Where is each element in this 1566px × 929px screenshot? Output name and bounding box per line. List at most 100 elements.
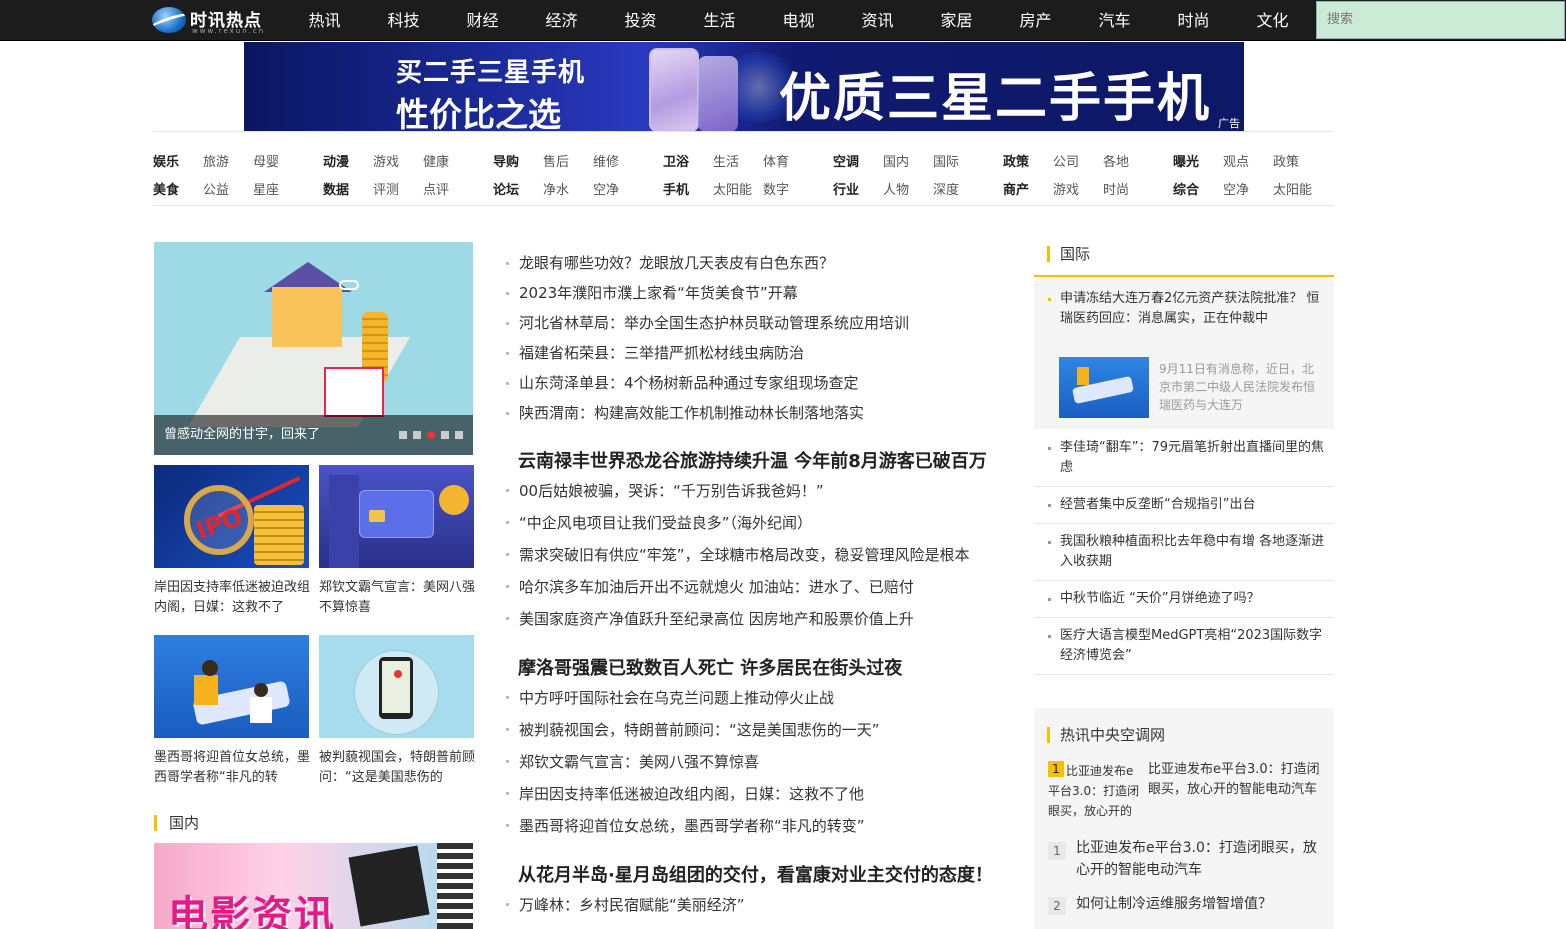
section-title-international[interactable]: 国际 [1047, 246, 1090, 262]
news-item[interactable]: 河北省林草局：举办全国生态护林员联动管理系统应用培训 [505, 308, 1005, 338]
nav-item[interactable]: 生活 [680, 0, 759, 41]
category-link[interactable]: 各地 [1103, 151, 1153, 170]
section-title-hot[interactable]: 热讯中央空调网 [1047, 727, 1165, 743]
news-item[interactable]: 需求突破旧有供应“牢笼”，全球糖市格局改变，稳妥管理风险是根本 [505, 539, 1005, 571]
slider-dot-active[interactable] [427, 431, 435, 439]
headline[interactable]: 摩洛哥强震已致数百人死亡 许多居民在街头过夜 [518, 654, 902, 680]
nav-item[interactable]: 汽车 [1075, 0, 1154, 41]
category-link[interactable]: 空调 [833, 151, 883, 170]
category-link[interactable]: 导购 [493, 151, 543, 170]
nav-item[interactable]: 文化 [1233, 0, 1312, 41]
slider-dot[interactable] [455, 431, 463, 439]
featured-news-title[interactable]: 申请冻结大连万春2亿元资产获法院批准？ 恒瑞医药回应：消息属实，正在仲裁中 [1046, 289, 1326, 329]
category-link[interactable]: 净水 [543, 179, 593, 198]
category-link[interactable]: 评测 [373, 179, 423, 198]
category-link[interactable]: 数字 [763, 179, 813, 198]
category-link[interactable]: 综合 [1173, 179, 1223, 198]
news-item[interactable]: 山东菏泽单县：4个杨树新品种通过专家组现场查定 [505, 368, 1005, 398]
nav-item[interactable]: 房产 [996, 0, 1075, 41]
search-input[interactable]: 搜索 [1316, 1, 1565, 39]
news-item[interactable]: 00后姑娘被骗，哭诉：“千万别告诉我爸妈！” [505, 475, 1005, 507]
news-item[interactable]: 中方呼吁国际社会在乌克兰问题上推动停火止战 [505, 682, 1005, 714]
thumbnail-caption[interactable]: 岸田因支持率低迷被迫改组内阁，日媒：这救不了 [154, 578, 311, 618]
headline[interactable]: 云南禄丰世界恐龙谷旅游持续升温 今年前8月游客已破百万 [518, 447, 987, 473]
category-link[interactable]: 太阳能 [713, 179, 763, 198]
news-item[interactable]: 龙眼有哪些功效？龙眼放几天表皮有白色东西？ [505, 248, 1005, 278]
nav-item[interactable]: 资讯 [838, 0, 917, 41]
movie-banner[interactable]: 电影资讯 [154, 843, 473, 929]
nav-item[interactable]: 家居 [917, 0, 996, 41]
category-link[interactable]: 体育 [763, 151, 813, 170]
news-item[interactable]: 岸田因支持率低迷被迫改组内阁，日媒：这救不了他 [505, 778, 1005, 810]
category-link[interactable]: 手机 [663, 179, 713, 198]
category-link[interactable]: 行业 [833, 179, 883, 198]
hot-first-title[interactable]: 比亚迪发布e平台3.0：打造闭眼买，放心开的智能电动汽车 [1148, 760, 1323, 800]
category-link[interactable]: 人物 [883, 179, 933, 198]
category-link[interactable]: 游戏 [1053, 179, 1103, 198]
category-link[interactable]: 生活 [713, 151, 763, 170]
thumbnail-phone-map[interactable] [319, 635, 474, 738]
category-link[interactable]: 论坛 [493, 179, 543, 198]
category-link[interactable]: 空净 [1223, 179, 1273, 198]
hot-item[interactable]: 如何让制冷运维服务增智增值？ [1076, 893, 1326, 915]
category-link[interactable]: 公益 [203, 179, 253, 198]
thumbnail-caption[interactable]: 郑钦文霸气宣言：美网八强不算惊喜 [319, 578, 476, 618]
news-item[interactable]: 哈尔滨多车加油后开出不远就熄火 加油站：进水了、已赔付 [505, 571, 1005, 603]
category-link[interactable]: 母婴 [253, 151, 303, 170]
category-link[interactable]: 售后 [543, 151, 593, 170]
category-link[interactable]: 星座 [253, 179, 303, 198]
category-link[interactable]: 商产 [1003, 179, 1053, 198]
news-item[interactable]: 陕西渭南：构建高效能工作机制推动林长制落地落实 [505, 398, 1005, 428]
category-link[interactable]: 维修 [593, 151, 643, 170]
nav-item[interactable]: 时尚 [1154, 0, 1233, 41]
nav-item[interactable]: 热讯 [285, 0, 364, 41]
category-link[interactable]: 观点 [1223, 151, 1273, 170]
section-title-domestic[interactable]: 国内 [154, 815, 199, 831]
news-item[interactable]: 福建省柘荣县：三举措严抓松材线虫病防治 [505, 338, 1005, 368]
thumbnail-credit-card[interactable] [319, 465, 474, 568]
slider-dot[interactable] [413, 431, 421, 439]
news-item[interactable]: 我国秋粮种植面积比去年稳中有增 各地逐渐进入收获期 [1046, 532, 1326, 572]
category-link[interactable]: 曝光 [1173, 151, 1223, 170]
thumbnail-ipo[interactable]: IPO [154, 465, 309, 568]
category-link[interactable]: 时尚 [1103, 179, 1153, 198]
category-link[interactable]: 国际 [933, 151, 983, 170]
category-link[interactable]: 美食 [153, 179, 203, 198]
category-link[interactable]: 娱乐 [153, 151, 203, 170]
category-link[interactable]: 太阳能 [1273, 179, 1323, 198]
thumbnail-caption[interactable]: 墨西哥将迎首位女总统，墨西哥学者称“非凡的转 [154, 748, 311, 788]
news-item[interactable]: 经营者集中反垄断“合规指引”出台 [1046, 495, 1326, 515]
news-item[interactable]: 墨西哥将迎首位女总统，墨西哥学者称“非凡的转变” [505, 810, 1005, 842]
headline[interactable]: 从花月半岛·星月岛组团的交付，看富康对业主交付的态度！ [518, 861, 993, 887]
slider-dot[interactable] [441, 431, 449, 439]
category-link[interactable]: 深度 [933, 179, 983, 198]
category-link[interactable]: 游戏 [373, 151, 423, 170]
news-item[interactable]: 郑钦文霸气宣言：美网八强不算惊喜 [505, 746, 1005, 778]
image-slider[interactable]: 曾感动全网的甘宇，回来了 [154, 242, 473, 455]
nav-item[interactable]: 财经 [443, 0, 522, 41]
category-link[interactable]: 政策 [1003, 151, 1053, 170]
ad-banner[interactable]: 买二手三星手机 性价比之选 优质三星二手手机 广告 [244, 42, 1244, 132]
news-item[interactable]: 医疗大语言模型MedGPT亮相“2023国际数字经济博览会” [1046, 626, 1326, 666]
news-item[interactable]: “中企风电项目让我们受益良多”（海外纪闻） [505, 507, 1005, 539]
featured-news-image[interactable] [1059, 357, 1149, 418]
category-link[interactable]: 旅游 [203, 151, 253, 170]
slider-dot[interactable] [399, 431, 407, 439]
nav-item[interactable]: 经济 [522, 0, 601, 41]
hot-item[interactable]: 比亚迪发布e平台3.0：打造闭眼买，放心开的智能电动汽车 [1076, 837, 1326, 881]
nav-item[interactable]: 投资 [601, 0, 680, 41]
news-item[interactable]: 2023年濮阳市濮上家肴“年货美食节”开幕 [505, 278, 1005, 308]
category-link[interactable]: 政策 [1273, 151, 1323, 170]
news-item[interactable]: 美国家庭资产净值跃升至纪录高位 因房地产和股票价值上升 [505, 603, 1005, 635]
category-link[interactable]: 卫浴 [663, 151, 713, 170]
thumbnail-caption[interactable]: 被判藐视国会，特朗普前顾问：“这是美国悲伤的 [319, 748, 476, 788]
thumbnail-people[interactable] [154, 635, 309, 738]
nav-item[interactable]: 电视 [759, 0, 838, 41]
news-item[interactable]: 中秋节临近 “天价”月饼绝迹了吗？ [1046, 589, 1326, 609]
category-link[interactable]: 国内 [883, 151, 933, 170]
nav-item[interactable]: 科技 [364, 0, 443, 41]
category-link[interactable]: 动漫 [323, 151, 373, 170]
category-link[interactable]: 空净 [593, 179, 643, 198]
news-item[interactable]: 李佳琦“翻车”：79元眉笔折射出直播间里的焦虑 [1046, 438, 1326, 478]
news-item[interactable]: 万峰林：乡村民宿赋能“美丽经济” [505, 889, 1005, 921]
